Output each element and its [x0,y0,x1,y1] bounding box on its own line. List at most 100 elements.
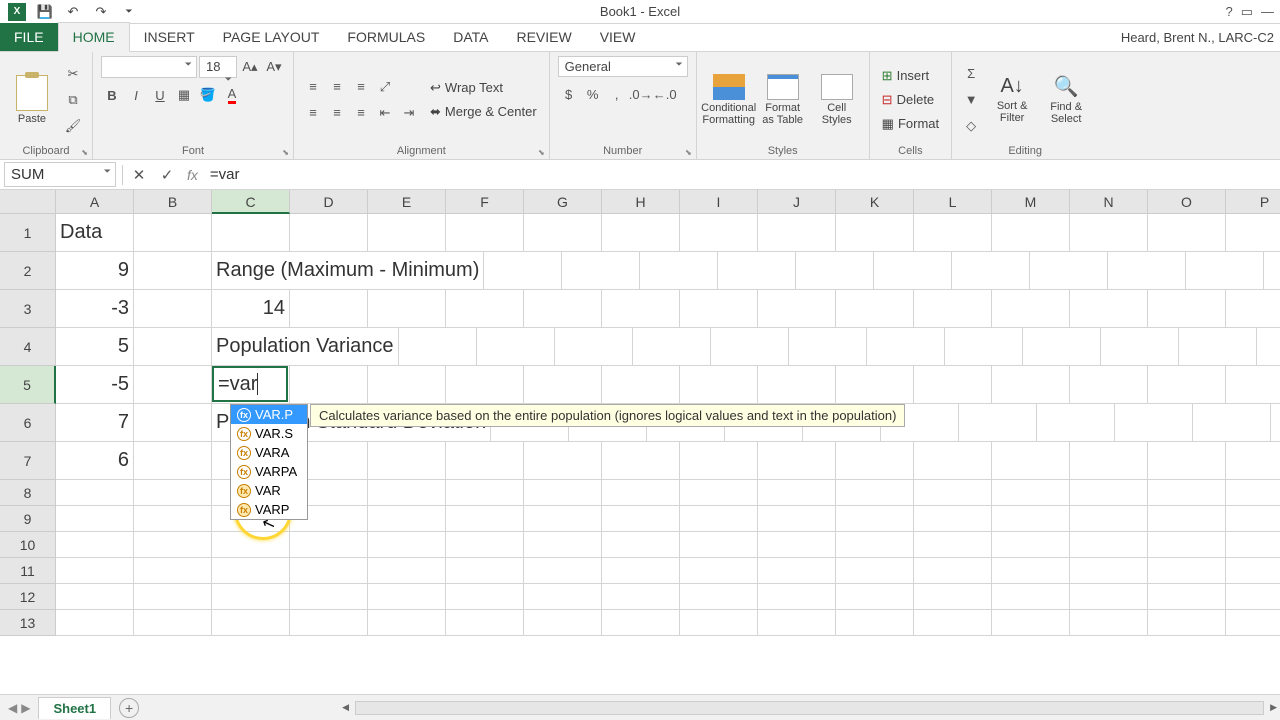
cell-H4[interactable] [711,328,789,366]
cell-H2[interactable] [796,252,874,290]
cell-H5[interactable] [602,366,680,404]
cell-A10[interactable] [56,532,134,558]
cell-D3[interactable] [290,290,368,328]
cell-N10[interactable] [1070,532,1148,558]
cell-M9[interactable] [992,506,1070,532]
cell-K8[interactable] [836,480,914,506]
tab-data[interactable]: DATA [439,23,502,51]
cell-O10[interactable] [1148,532,1226,558]
cell-M10[interactable] [992,532,1070,558]
percent-icon[interactable]: % [582,83,604,105]
cell-G12[interactable] [524,584,602,610]
cell-O3[interactable] [1148,290,1226,328]
cell-I7[interactable] [680,442,758,480]
cell-E4[interactable] [477,328,555,366]
undo-icon[interactable]: ↶ [60,2,86,22]
cell-J8[interactable] [758,480,836,506]
cell-L5[interactable] [914,366,992,404]
cell-C4[interactable]: Population Variance [212,328,399,366]
cell-M3[interactable] [992,290,1070,328]
cell-J5[interactable] [758,366,836,404]
cell-O12[interactable] [1148,584,1226,610]
minimize-icon[interactable]: — [1261,4,1274,20]
cell-N3[interactable] [1070,290,1148,328]
cell-K12[interactable] [836,584,914,610]
row-header-6[interactable]: 6 [0,404,56,442]
cell-J3[interactable] [758,290,836,328]
number-format-select[interactable]: General [558,56,688,77]
autocomplete-item-var[interactable]: fxVAR [231,481,307,500]
cell-K2[interactable] [1030,252,1108,290]
cell-J12[interactable] [758,584,836,610]
tab-file[interactable]: FILE [0,23,58,51]
border-icon[interactable]: ▦ [173,84,195,106]
cell-J13[interactable] [758,610,836,636]
cell-M2[interactable] [1186,252,1264,290]
cell-A11[interactable] [56,558,134,584]
cell-B8[interactable] [134,480,212,506]
cell-K6[interactable] [1037,404,1115,442]
cell-J11[interactable] [758,558,836,584]
select-all-corner[interactable] [0,190,56,214]
cell-C11[interactable] [212,558,290,584]
cell-M11[interactable] [992,558,1070,584]
row-header-10[interactable]: 10 [0,532,56,558]
cell-G10[interactable] [524,532,602,558]
cell-N1[interactable] [1070,214,1148,252]
cell-C13[interactable] [212,610,290,636]
cell-N4[interactable] [1179,328,1257,366]
conditional-formatting-button[interactable]: Conditional Formatting [705,74,753,126]
cell-O7[interactable] [1148,442,1226,480]
cell-F12[interactable] [446,584,524,610]
fill-icon[interactable]: ▼ [960,89,982,111]
cell-E5[interactable] [368,366,446,404]
find-select-button[interactable]: 🔍Find & Select [1042,74,1090,125]
horizontal-scrollbar[interactable] [139,701,1280,715]
row-header-2[interactable]: 2 [0,252,56,290]
merge-center-button[interactable]: ⬌Merge & Center [426,102,541,122]
cell-L8[interactable] [914,480,992,506]
cell-N11[interactable] [1070,558,1148,584]
cell-K10[interactable] [836,532,914,558]
column-header-D[interactable]: D [290,190,368,214]
cell-B7[interactable] [134,442,212,480]
delete-cells-button[interactable]: ⊟Delete [878,90,943,110]
cell-A13[interactable] [56,610,134,636]
cell-E8[interactable] [368,480,446,506]
column-header-L[interactable]: L [914,190,992,214]
new-sheet-button[interactable]: + [119,698,139,718]
cell-A1[interactable]: Data [56,214,134,252]
cell-P3[interactable] [1226,290,1280,328]
save-icon[interactable]: 💾 [32,2,58,22]
cell-O8[interactable] [1148,480,1226,506]
cut-icon[interactable]: ✂ [62,63,84,85]
cell-C3[interactable]: 14 [212,290,290,328]
cell-P5[interactable] [1226,366,1280,404]
cell-O5[interactable] [1148,366,1226,404]
cell-J6[interactable] [959,404,1037,442]
cell-P10[interactable] [1226,532,1280,558]
cell-L1[interactable] [914,214,992,252]
cell-A6[interactable]: 7 [56,404,134,442]
cell-L13[interactable] [914,610,992,636]
cell-D4[interactable] [399,328,477,366]
row-header-3[interactable]: 3 [0,290,56,328]
align-middle-icon[interactable]: ≡ [326,76,348,98]
cell-D2[interactable] [484,252,562,290]
font-name-select[interactable] [101,56,197,78]
cell-M13[interactable] [992,610,1070,636]
cell-B1[interactable] [134,214,212,252]
column-header-E[interactable]: E [368,190,446,214]
clear-icon[interactable]: ◇ [960,115,982,137]
tab-review[interactable]: REVIEW [502,23,585,51]
cell-B9[interactable] [134,506,212,532]
cell-K11[interactable] [836,558,914,584]
cell-I3[interactable] [680,290,758,328]
cell-I12[interactable] [680,584,758,610]
row-header-4[interactable]: 4 [0,328,56,366]
cell-N6[interactable] [1271,404,1280,442]
cell-B10[interactable] [134,532,212,558]
cell-H1[interactable] [602,214,680,252]
cell-E7[interactable] [368,442,446,480]
cell-F8[interactable] [446,480,524,506]
